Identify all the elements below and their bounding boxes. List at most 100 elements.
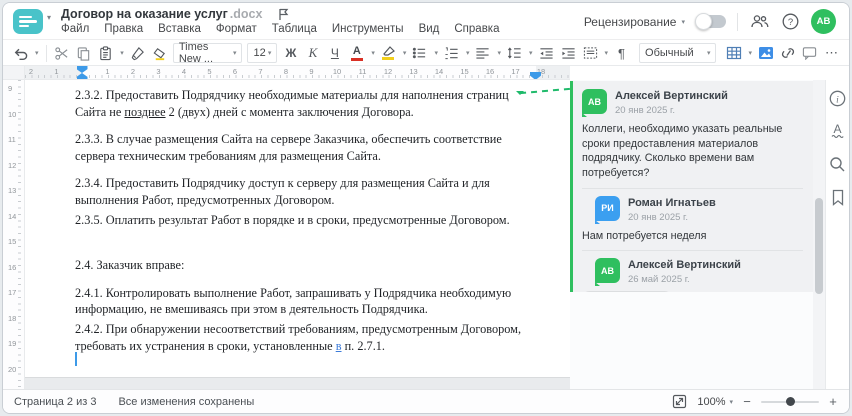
zoom-in-button[interactable]: + bbox=[828, 394, 838, 409]
line-spacing-icon[interactable] bbox=[506, 43, 523, 63]
bullet-list-caret[interactable]: ▾ bbox=[434, 49, 438, 57]
spellcheck-icon[interactable]: А bbox=[829, 122, 847, 140]
paragraph-2-4-1[interactable]: 2.4.1. Контролировать выполнение Работ, … bbox=[75, 285, 537, 318]
insert-link-icon[interactable] bbox=[779, 43, 796, 63]
zoom-slider[interactable] bbox=[761, 397, 819, 406]
fit-page-icon[interactable] bbox=[670, 393, 688, 411]
info-icon[interactable]: i bbox=[829, 89, 847, 107]
ruler-number: 14 bbox=[8, 211, 17, 221]
paragraph-2-3-5[interactable]: 2.3.5. Оплатить результат Работ в порядк… bbox=[75, 212, 537, 229]
paragraph-text: 2.4.2. При обнаружении несоответствий тр… bbox=[75, 321, 522, 353]
font-size-select[interactable]: 12 ▾ bbox=[247, 43, 278, 63]
paste-icon[interactable] bbox=[97, 43, 114, 63]
paragraph-2-4-2[interactable]: 2.4.2. При обнаружении несоответствий тр… bbox=[75, 321, 537, 354]
comment-header: РИ Роман Игнатьев 20 янв 2025 г. bbox=[595, 195, 803, 224]
numbered-list-icon[interactable] bbox=[443, 43, 460, 63]
comment-date: 26 май 2025 г. bbox=[628, 274, 690, 286]
menu-file[interactable]: Файл bbox=[61, 23, 89, 35]
cut-icon[interactable] bbox=[53, 43, 70, 63]
vertical-scrollbar[interactable] bbox=[813, 80, 825, 389]
ruler-number: 17 bbox=[8, 288, 17, 297]
bold-button[interactable]: Ж bbox=[282, 43, 299, 63]
highlight-color-caret[interactable]: ▾ bbox=[403, 49, 407, 57]
ruler-number: 8 bbox=[283, 67, 289, 76]
ruler-number: 5 bbox=[207, 67, 212, 76]
menu-edit[interactable]: Правка bbox=[104, 23, 143, 35]
user-avatar[interactable]: АВ bbox=[811, 9, 836, 34]
app-logo-icon[interactable] bbox=[13, 9, 43, 34]
comment-thread[interactable]: АВ Алексей Вертинский 20 янв 2025 г. Кол… bbox=[570, 81, 813, 292]
ruler-corner[interactable] bbox=[3, 66, 25, 80]
vertical-ruler[interactable]: 9 10 11 12 13 14 15 16 17 18 19 20 bbox=[3, 80, 25, 389]
menu-tools[interactable]: Инструменты bbox=[332, 23, 404, 35]
insert-comment-icon[interactable] bbox=[801, 43, 818, 63]
bookmark-icon[interactable] bbox=[829, 188, 847, 206]
line-spacing-caret[interactable]: ▾ bbox=[529, 49, 533, 57]
menubar: Файл Правка Вставка Формат Таблица Инстр… bbox=[61, 23, 500, 35]
copy-icon[interactable] bbox=[75, 43, 92, 63]
menu-table[interactable]: Таблица bbox=[272, 23, 317, 35]
insert-table-icon[interactable] bbox=[725, 43, 742, 63]
horizontal-ruler[interactable]: 1 2 1 2 3 4 5 6 7 8 9 10 11 12 13 14 15 16 17 18 bbox=[25, 66, 570, 80]
format-painter-icon[interactable] bbox=[129, 43, 146, 63]
paragraph-borders-icon[interactable] bbox=[582, 43, 599, 63]
menu-insert[interactable]: Вставка bbox=[158, 23, 201, 35]
paragraph-2-3-4[interactable]: 2.3.4. Предоставить Подрядчику доступ к … bbox=[75, 175, 537, 208]
collaboration-users-icon[interactable] bbox=[749, 12, 769, 32]
document-area[interactable]: 2.3.2. Предоставить Подрядчику необходим… bbox=[25, 80, 570, 389]
document-page[interactable]: 2.3.2. Предоставить Подрядчику необходим… bbox=[25, 80, 570, 378]
font-color-caret[interactable]: ▾ bbox=[371, 49, 375, 57]
comment-text-with-mention: Роман Игнатьевукажите 10 дней с запасом bbox=[582, 291, 803, 292]
page-indicator[interactable]: Страница 2 из 3 bbox=[14, 396, 96, 408]
avatar: РИ bbox=[595, 195, 620, 224]
insert-image-icon[interactable] bbox=[757, 43, 774, 63]
align-icon[interactable] bbox=[474, 43, 491, 63]
ruler-number: 19 bbox=[8, 339, 17, 348]
show-paragraph-marks-icon[interactable]: ¶ bbox=[613, 43, 630, 63]
bullet-list-icon[interactable] bbox=[411, 43, 428, 63]
more-tools-button[interactable]: ⋯ bbox=[823, 43, 840, 63]
scrollbar-thumb[interactable] bbox=[815, 198, 823, 294]
paste-dropdown-caret[interactable]: ▾ bbox=[120, 49, 124, 57]
question-glyph: ? bbox=[787, 17, 792, 28]
highlight-color-button[interactable] bbox=[380, 43, 397, 63]
ruler-number: 1 bbox=[54, 67, 59, 76]
zoom-controls: 100% ▾ − + bbox=[670, 393, 838, 411]
document-text[interactable]: 2.3.2. Предоставить Подрядчику необходим… bbox=[75, 87, 537, 365]
undo-dropdown-caret[interactable]: ▾ bbox=[35, 49, 39, 57]
font-name-select[interactable]: Times New ... ▾ bbox=[172, 41, 243, 65]
decrease-indent-icon[interactable] bbox=[538, 43, 555, 63]
flag-icon[interactable] bbox=[278, 8, 289, 21]
numbered-list-caret[interactable]: ▾ bbox=[466, 49, 470, 57]
underline-button[interactable]: Ч bbox=[326, 43, 343, 63]
menu-format[interactable]: Формат bbox=[216, 23, 257, 35]
menu-view[interactable]: Вид bbox=[419, 23, 440, 35]
zoom-out-button[interactable]: − bbox=[742, 394, 752, 409]
review-toggle[interactable] bbox=[695, 13, 726, 30]
ruler-number: 18 bbox=[8, 313, 17, 323]
review-mode-dropdown[interactable]: Рецензирование ▾ bbox=[584, 15, 685, 29]
chevron-down-icon: ▾ bbox=[706, 50, 711, 57]
menu-help[interactable]: Справка bbox=[454, 23, 499, 35]
paragraph-style-select[interactable]: Обычный ▾ bbox=[639, 43, 717, 63]
align-caret[interactable]: ▾ bbox=[497, 49, 501, 57]
comment-header: АВ Алексей Вертинский 26 май 2025 г. bbox=[595, 258, 803, 287]
commented-text[interactable]: позднее bbox=[124, 105, 165, 119]
paragraph-2-3-2[interactable]: 2.3.2. Предоставить Подрядчику необходим… bbox=[75, 87, 537, 120]
ruler-number: 17 bbox=[511, 67, 520, 76]
paragraph-borders-caret[interactable]: ▾ bbox=[605, 49, 609, 57]
header-right-controls: Рецензирование ▾ ? АВ bbox=[584, 3, 836, 40]
zoom-level-dropdown[interactable]: 100% ▾ bbox=[697, 396, 733, 408]
increase-indent-icon[interactable] bbox=[560, 43, 577, 63]
font-color-button[interactable]: А bbox=[348, 43, 365, 63]
italic-button[interactable]: К bbox=[304, 43, 321, 63]
search-icon[interactable] bbox=[829, 155, 847, 173]
chevron-down-icon[interactable]: ▾ bbox=[47, 13, 51, 22]
insert-table-caret[interactable]: ▾ bbox=[748, 49, 752, 57]
zoom-slider-knob[interactable] bbox=[786, 397, 795, 406]
help-icon[interactable]: ? bbox=[780, 12, 800, 32]
undo-button[interactable] bbox=[12, 43, 29, 63]
paragraph-2-3-3[interactable]: 2.3.3. В случае размещения Сайта на серв… bbox=[75, 131, 537, 164]
clear-style-icon[interactable] bbox=[151, 43, 168, 63]
paragraph-2-4[interactable]: 2.4. Заказчик вправе: bbox=[75, 257, 537, 274]
